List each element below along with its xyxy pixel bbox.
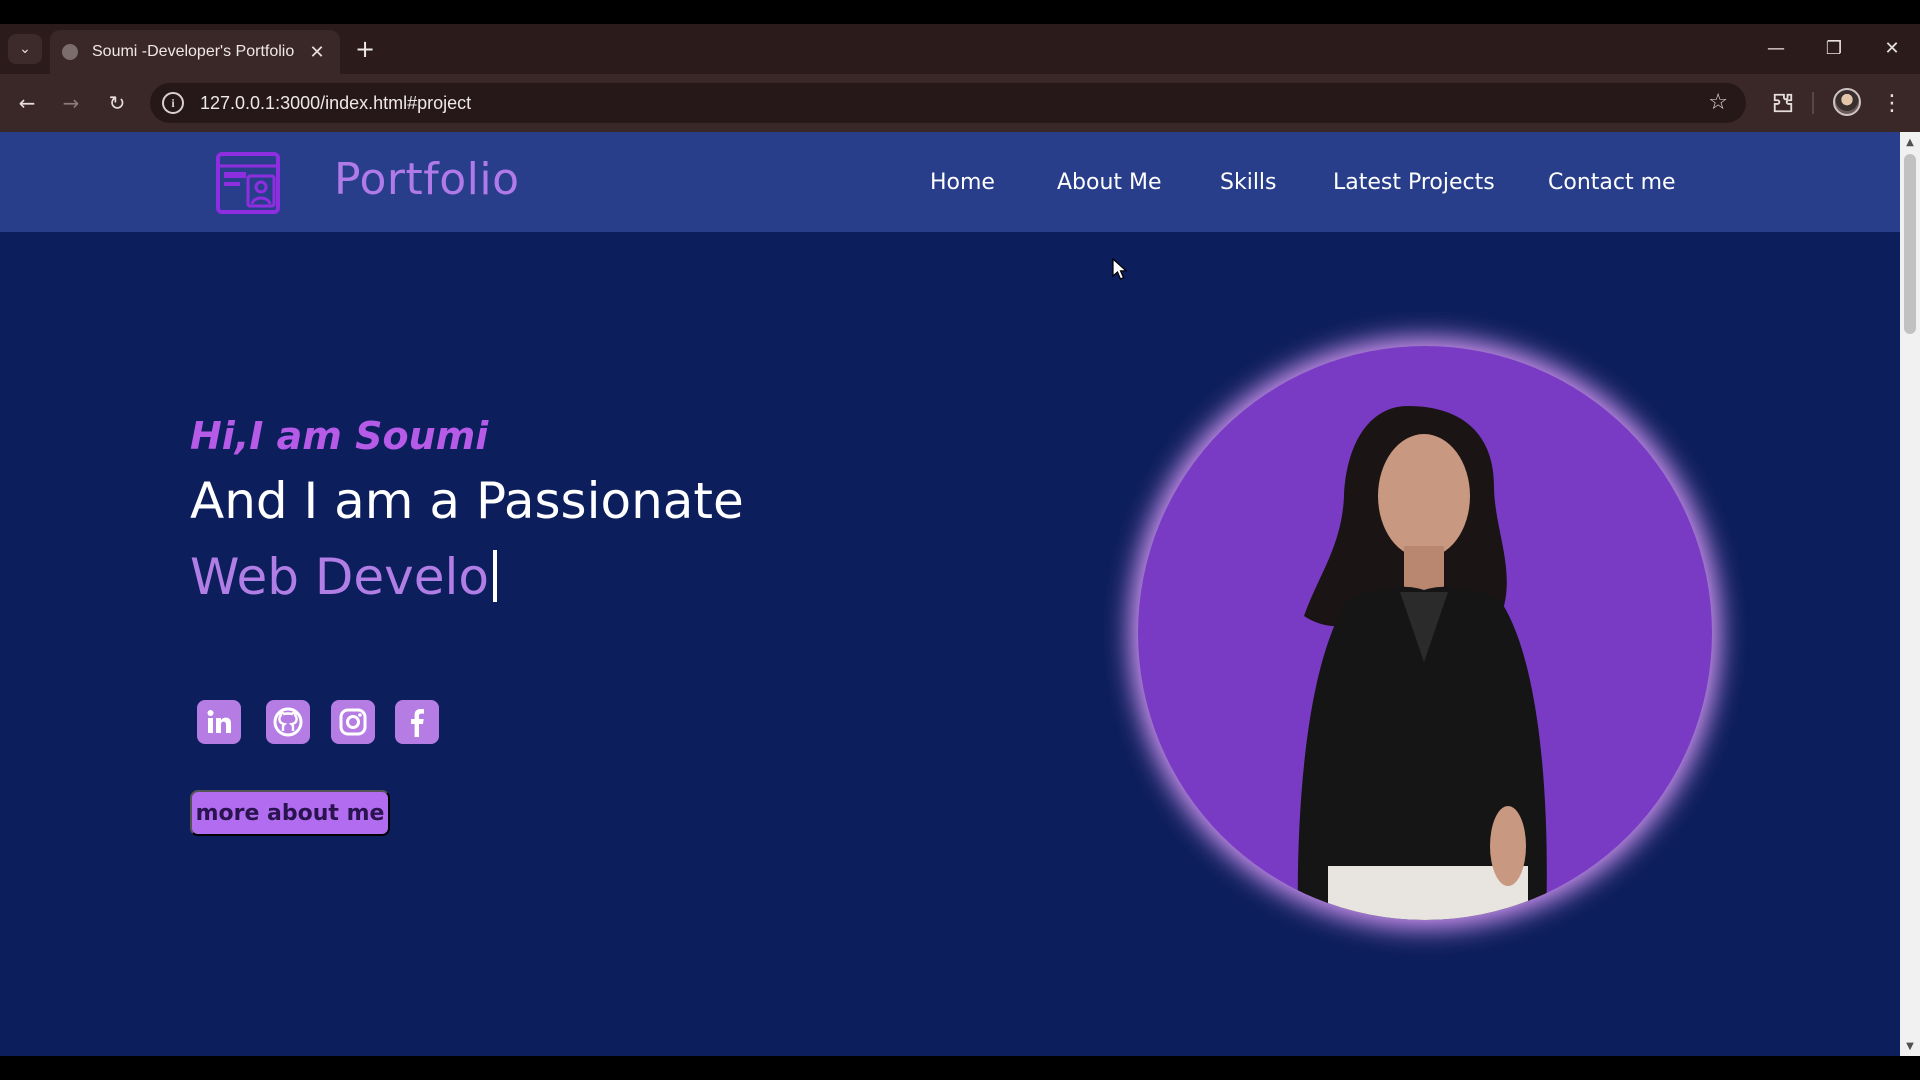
close-tab-icon[interactable]: ✕ bbox=[306, 41, 328, 63]
typed-text: Web Develo bbox=[190, 548, 489, 606]
extensions-icon[interactable] bbox=[1768, 88, 1798, 118]
profile-photo bbox=[1138, 346, 1712, 920]
github-icon[interactable] bbox=[266, 700, 310, 744]
hero-greeting: Hi,I am Soumi bbox=[190, 414, 489, 458]
nav-about-me[interactable]: About Me bbox=[1057, 170, 1162, 195]
hero-typed-role: Web Develo bbox=[190, 548, 497, 606]
site-info-icon[interactable]: i bbox=[162, 92, 184, 114]
profile-avatar-icon[interactable] bbox=[1833, 88, 1861, 116]
scroll-down-arrow-icon[interactable]: ▼ bbox=[1900, 1038, 1920, 1054]
minimize-button[interactable]: — bbox=[1756, 34, 1796, 62]
back-icon[interactable]: ← bbox=[12, 88, 42, 118]
url-text[interactable]: 127.0.0.1:3000/index.html#project bbox=[200, 93, 471, 114]
facebook-icon[interactable] bbox=[395, 700, 439, 744]
browser-tab[interactable]: Soumi -Developer's Portfolio ✕ bbox=[50, 30, 340, 74]
screen: ⌄ Soumi -Developer's Portfolio ✕ + — ❐ ✕… bbox=[0, 0, 1920, 1080]
tab-search-chevron-icon[interactable]: ⌄ bbox=[8, 34, 42, 64]
nav-contact-me[interactable]: Contact me bbox=[1548, 170, 1676, 195]
portfolio-logo-icon[interactable] bbox=[214, 150, 282, 216]
typing-caret bbox=[493, 550, 497, 602]
close-window-button[interactable]: ✕ bbox=[1872, 34, 1912, 62]
brand-title[interactable]: Portfolio bbox=[334, 154, 520, 205]
more-menu-icon[interactable]: ⋮ bbox=[1880, 88, 1904, 118]
page-viewport: Portfolio Home About Me Skills Latest Pr… bbox=[0, 132, 1900, 1056]
forward-icon[interactable]: → bbox=[56, 88, 86, 118]
page-scrollbar[interactable]: ▲ ▼ bbox=[1900, 132, 1920, 1056]
restore-button[interactable]: ❐ bbox=[1814, 34, 1854, 62]
toolbar-divider bbox=[1812, 92, 1814, 114]
instagram-icon[interactable] bbox=[331, 700, 375, 744]
hero-headline: And I am a Passionate bbox=[190, 472, 744, 530]
bookmark-star-icon[interactable]: ☆ bbox=[1708, 90, 1728, 115]
scroll-thumb[interactable] bbox=[1904, 154, 1916, 334]
tab-bar: ⌄ Soumi -Developer's Portfolio ✕ + — ❐ ✕ bbox=[0, 24, 1920, 74]
new-tab-button[interactable]: + bbox=[352, 35, 378, 63]
browser-toolbar: ← → ↻ i 127.0.0.1:3000/index.html#projec… bbox=[0, 74, 1920, 132]
more-about-me-button[interactable]: more about me bbox=[190, 790, 390, 836]
mouse-cursor-icon bbox=[1112, 258, 1128, 280]
globe-icon bbox=[62, 44, 78, 60]
nav-skills[interactable]: Skills bbox=[1220, 170, 1277, 195]
reload-icon[interactable]: ↻ bbox=[102, 88, 132, 118]
linkedin-icon[interactable] bbox=[197, 700, 241, 744]
nav-home[interactable]: Home bbox=[930, 170, 995, 195]
scroll-up-arrow-icon[interactable]: ▲ bbox=[1900, 134, 1920, 150]
address-bar[interactable]: i 127.0.0.1:3000/index.html#project ☆ bbox=[150, 83, 1746, 123]
tab-title: Soumi -Developer's Portfolio bbox=[92, 43, 295, 60]
nav-latest-projects[interactable]: Latest Projects bbox=[1333, 170, 1495, 195]
site-header: Portfolio Home About Me Skills Latest Pr… bbox=[0, 132, 1900, 232]
